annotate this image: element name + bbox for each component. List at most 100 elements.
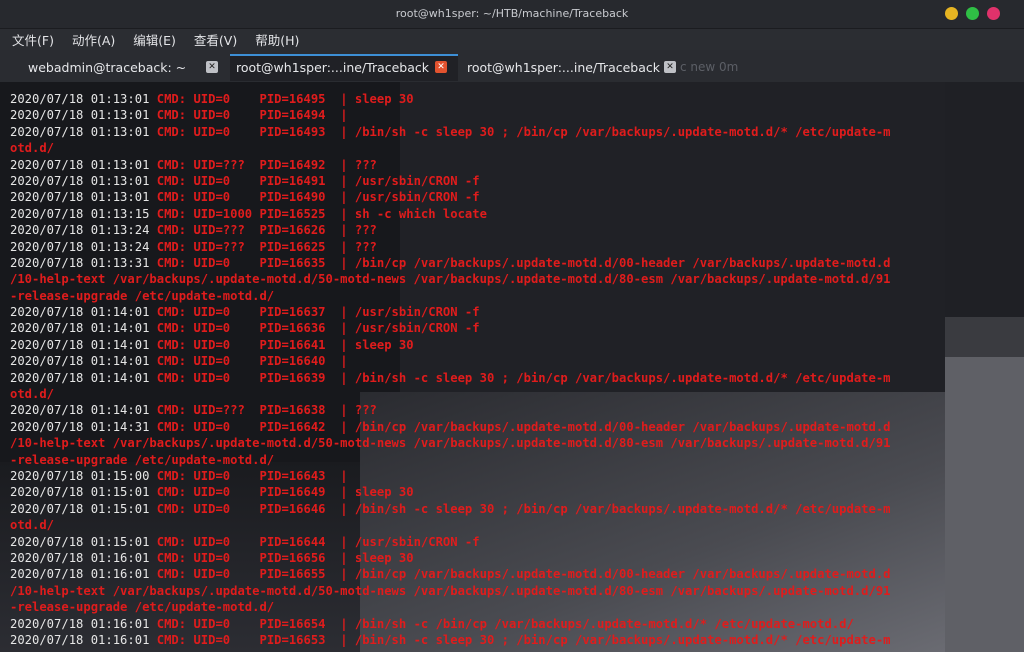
menu-bar: 文件(F) 动作(A) 编辑(E) 查看(V) 帮助(H) [0,29,1024,50]
terminal-line: otd.d/ [10,517,891,533]
background-panel [945,317,1024,357]
log-text: CMD: UID=0 PID=16649 | sleep 30 [149,485,414,500]
log-timestamp: 2020/07/18 01:14:31 [10,419,150,434]
log-timestamp: 2020/07/18 01:14:01 [10,305,150,320]
log-timestamp: 2020/07/18 01:14:01 [10,354,150,369]
terminal-line: 2020/07/18 01:13:24 CMD: UID=??? PID=166… [10,239,891,255]
minimize-button[interactable] [945,7,958,20]
log-text: CMD: UID=0 PID=16494 | [149,108,355,123]
log-timestamp: 2020/07/18 01:15:01 [10,485,150,500]
log-timestamp: 2020/07/18 01:14:01 [10,370,150,385]
log-timestamp: 2020/07/18 01:13:01 [10,108,150,123]
menu-help[interactable]: 帮助(H) [255,30,299,49]
log-text: CMD: UID=0 PID=16635 | /bin/cp /var/back… [149,255,891,270]
log-text: CMD: UID=0 PID=16644 | /usr/sbin/CRON -f [149,534,480,549]
close-icon[interactable]: ✕ [435,61,447,73]
terminal-line: 2020/07/18 01:15:01 CMD: UID=0 PID=16644… [10,534,891,550]
log-timestamp: 2020/07/18 01:13:01 [10,190,150,205]
log-timestamp: 2020/07/18 01:13:24 [10,239,150,254]
title-bar[interactable]: root@wh1sper: ~/HTB/machine/Traceback [0,0,1024,29]
log-text: CMD: UID=0 PID=16656 | sleep 30 [149,550,414,565]
terminal-line: 2020/07/18 01:14:01 CMD: UID=0 PID=16641… [10,337,891,353]
log-text: /10-help-text /var/backups/.update-motd.… [10,436,891,451]
terminal-line: otd.d/ [10,386,891,402]
log-text: CMD: UID=0 PID=16654 | /bin/sh -c /bin/c… [149,616,854,631]
terminal-line: 2020/07/18 01:16:01 CMD: UID=0 PID=16653… [10,632,891,648]
tab-root-active[interactable]: root@wh1sper:...ine/Traceback ✕ [230,54,458,81]
log-timestamp: 2020/07/18 01:16:01 [10,632,150,647]
log-timestamp: 2020/07/18 01:16:01 [10,616,150,631]
menu-edit[interactable]: 编辑(E) [133,30,176,49]
log-text: CMD: UID=0 PID=16641 | sleep 30 [149,337,414,352]
terminal-line: otd.d/ [10,140,891,156]
terminal-line: 2020/07/18 01:15:00 CMD: UID=0 PID=16643… [10,468,891,484]
terminal-line: 2020/07/18 01:14:01 CMD: UID=0 PID=16640… [10,353,891,369]
background-window-text: c new 0m [680,60,739,74]
log-text: CMD: UID=??? PID=16626 | ??? [149,223,377,238]
background-panel [945,82,1024,317]
log-text: otd.d/ [10,141,55,156]
log-timestamp: 2020/07/18 01:13:24 [10,223,150,238]
terminal-output[interactable]: 2020/07/18 01:13:01 CMD: UID=0 PID=16495… [0,82,1024,652]
close-icon[interactable]: ✕ [206,61,218,73]
terminal-line: -release-upgrade /etc/update-motd.d/ [10,452,891,468]
log-timestamp: 2020/07/18 01:16:01 [10,550,150,565]
log-text: CMD: UID=0 PID=16637 | /usr/sbin/CRON -f [149,305,480,320]
log-text: CMD: UID=0 PID=16636 | /usr/sbin/CRON -f [149,321,480,336]
terminal-line: 2020/07/18 01:14:01 CMD: UID=0 PID=16637… [10,304,891,320]
log-text: otd.d/ [10,518,55,533]
log-text: CMD: UID=0 PID=16646 | /bin/sh -c sleep … [149,501,891,516]
menu-file[interactable]: 文件(F) [12,30,54,49]
tab-root[interactable]: root@wh1sper:...ine/Traceback ✕ [460,54,690,81]
terminal-line: 2020/07/18 01:14:31 CMD: UID=0 PID=16642… [10,419,891,435]
terminal-line: 2020/07/18 01:16:01 CMD: UID=0 PID=16655… [10,566,891,582]
terminal-line: /10-help-text /var/backups/.update-motd.… [10,583,891,599]
window-title: root@wh1sper: ~/HTB/machine/Traceback [395,7,629,20]
log-timestamp: 2020/07/18 01:14:01 [10,337,150,352]
close-button[interactable] [987,7,1000,20]
terminal-line: 2020/07/18 01:14:01 CMD: UID=0 PID=16636… [10,320,891,336]
log-text: CMD: UID=0 PID=16642 | /bin/cp /var/back… [149,419,891,434]
terminal-line: 2020/07/18 01:16:01 CMD: UID=0 PID=16654… [10,616,891,632]
terminal-line: 2020/07/18 01:13:01 CMD: UID=0 PID=16494… [10,107,891,123]
terminal-line: /10-help-text /var/backups/.update-motd.… [10,271,891,287]
terminal-line: 2020/07/18 01:13:01 CMD: UID=0 PID=16490… [10,189,891,205]
log-text: -release-upgrade /etc/update-motd.d/ [10,288,275,303]
log-text: CMD: UID=0 PID=16490 | /usr/sbin/CRON -f [149,190,480,205]
log-timestamp: 2020/07/18 01:13:01 [10,124,150,139]
log-timestamp: 2020/07/18 01:15:01 [10,501,150,516]
terminal-line: 2020/07/18 01:13:24 CMD: UID=??? PID=166… [10,222,891,238]
log-text: CMD: UID=??? PID=16638 | ??? [149,403,377,418]
menu-actions[interactable]: 动作(A) [72,30,115,49]
terminal-lines: 2020/07/18 01:13:01 CMD: UID=0 PID=16495… [10,91,891,648]
terminal-line: 2020/07/18 01:15:01 CMD: UID=0 PID=16646… [10,501,891,517]
terminal-line: -release-upgrade /etc/update-motd.d/ [10,288,891,304]
log-text: CMD: UID=0 PID=16640 | [149,354,355,369]
terminal-line: -release-upgrade /etc/update-motd.d/ [10,599,891,615]
log-text: CMD: UID=??? PID=16625 | ??? [149,239,377,254]
terminal-line: 2020/07/18 01:13:01 CMD: UID=0 PID=16495… [10,91,891,107]
log-timestamp: 2020/07/18 01:14:01 [10,321,150,336]
background-image [945,357,1024,652]
tab-label: root@wh1sper:...ine/Traceback [236,60,430,75]
log-timestamp: 2020/07/18 01:13:01 [10,92,150,106]
log-text: CMD: UID=0 PID=16493 | /bin/sh -c sleep … [149,124,891,139]
close-icon[interactable]: ✕ [664,61,676,73]
log-text: /10-help-text /var/backups/.update-motd.… [10,583,891,598]
tab-bar: webadmin@traceback: ~ ✕ root@wh1sper:...… [0,50,1024,82]
log-text: -release-upgrade /etc/update-motd.d/ [10,600,275,615]
log-text: CMD: UID=0 PID=16495 | sleep 30 [149,92,414,106]
terminal-line: /10-help-text /var/backups/.update-motd.… [10,435,891,451]
log-text: CMD: UID=0 PID=16491 | /usr/sbin/CRON -f [149,173,480,188]
tab-label: root@wh1sper:...ine/Traceback [467,60,661,75]
tab-webadmin[interactable]: webadmin@traceback: ~ ✕ [0,54,228,81]
log-timestamp: 2020/07/18 01:16:01 [10,567,150,582]
terminal-line: 2020/07/18 01:14:01 CMD: UID=0 PID=16639… [10,370,891,386]
window-controls [945,7,1000,20]
menu-view[interactable]: 查看(V) [194,30,237,49]
log-timestamp: 2020/07/18 01:15:01 [10,534,150,549]
terminal-line: 2020/07/18 01:16:01 CMD: UID=0 PID=16656… [10,550,891,566]
maximize-button[interactable] [966,7,979,20]
log-text: CMD: UID=0 PID=16639 | /bin/sh -c sleep … [149,370,891,385]
terminal-line: 2020/07/18 01:13:01 CMD: UID=0 PID=16493… [10,124,891,140]
